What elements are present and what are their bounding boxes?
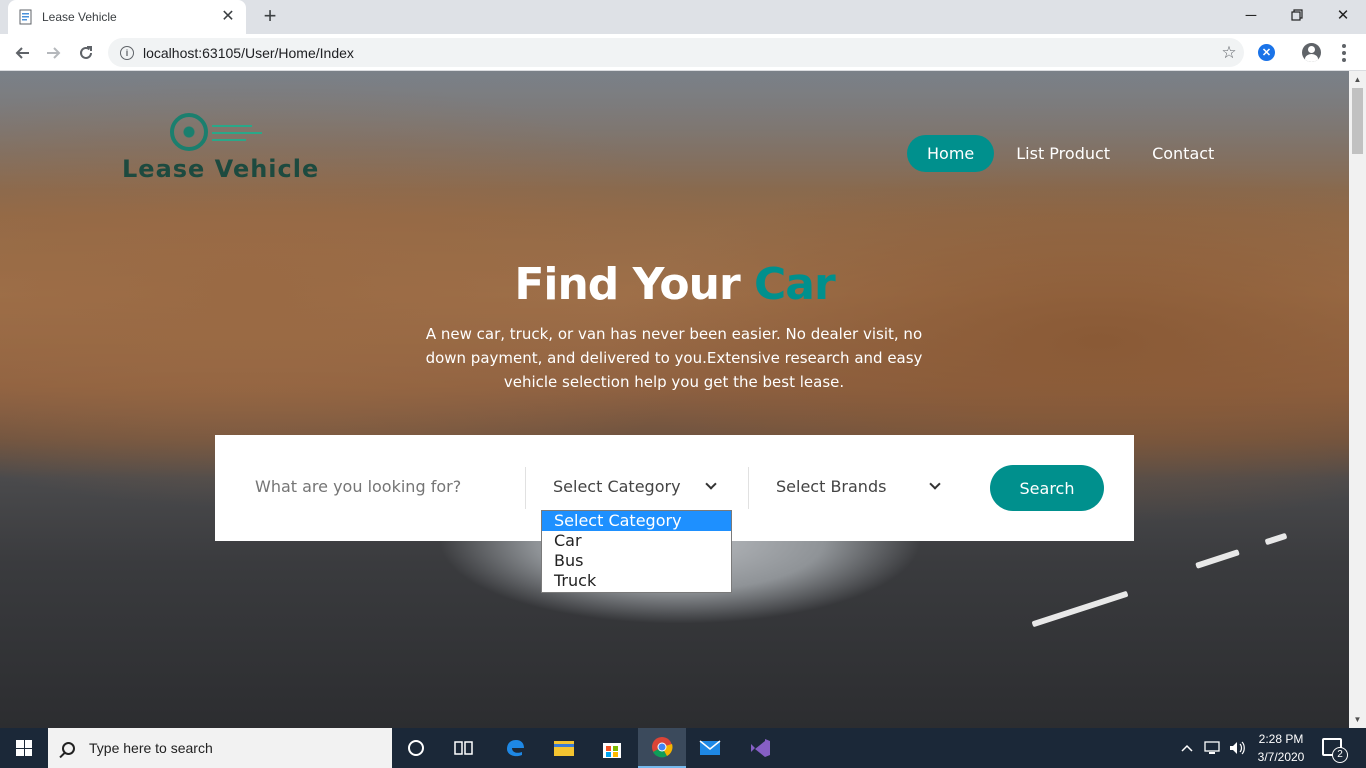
dropdown-option[interactable]: Truck [542,571,731,591]
bookmark-star-icon[interactable]: ☆ [1214,43,1244,63]
minimize-icon[interactable]: ─ [1228,0,1274,30]
taskbar-search[interactable]: Type here to search [48,728,392,768]
menu-dots-icon[interactable] [1336,44,1352,62]
search-icon [62,741,75,755]
volume-icon[interactable] [1228,728,1246,768]
reload-icon[interactable] [73,40,99,66]
main-nav: Home List Product Contact [907,135,1236,172]
browser-titlebar: Lease Vehicle ✕ + ─ ✕ [0,0,1366,34]
road-marking [1195,549,1240,569]
windows-logo-icon [16,740,32,756]
show-hidden-icons[interactable] [1180,728,1194,768]
hero-description: A new car, truck, or van has never been … [425,325,923,391]
chevron-down-icon[interactable] [705,478,717,490]
network-icon[interactable] [1204,728,1222,768]
road-marking [1264,532,1288,546]
logo-text: Lease Vehicle [122,155,320,183]
notification-count-badge: 2 [1332,747,1348,763]
file-explorer-icon[interactable] [540,728,588,768]
site-info-icon[interactable]: i [120,45,134,60]
taskbar: Type here to search 2:28 PM 3/7/2020 2 [0,728,1366,768]
taskbar-search-placeholder: Type here to search [89,740,213,756]
profile-icon[interactable] [1302,43,1321,62]
taskbar-clock[interactable]: 2:28 PM 3/7/2020 [1250,730,1312,766]
visual-studio-icon[interactable] [736,728,784,768]
page-favicon-icon [19,9,32,25]
brands-select[interactable]: Select Brands [776,477,886,496]
address-bar[interactable]: i localhost:63105/User/Home/Index ☆ [108,38,1244,67]
hero-title-accent: Car [754,259,836,310]
tab-title: Lease Vehicle [42,10,117,24]
clock-time: 2:28 PM [1258,732,1304,746]
site-logo[interactable]: Lease Vehicle [120,109,320,189]
wheel-icon [170,113,208,151]
restore-icon[interactable] [1274,0,1320,30]
nav-home[interactable]: Home [907,135,995,172]
new-tab-icon[interactable]: + [258,5,282,29]
page-scrollbar[interactable]: ▲ ▼ [1349,71,1366,728]
search-input[interactable] [255,477,485,496]
dropdown-option[interactable]: Bus [542,551,731,571]
scroll-down-icon[interactable]: ▼ [1349,711,1366,728]
extension-icon[interactable]: ✕ [1258,44,1275,61]
back-icon[interactable] [9,40,35,66]
dropdown-option[interactable]: Select Category [542,511,731,531]
chrome-icon[interactable] [638,728,686,768]
clock-date: 3/7/2020 [1257,750,1305,764]
hero-title: Find Your Car [0,259,1349,310]
mail-icon[interactable] [686,728,734,768]
dropdown-option[interactable]: Car [542,531,731,551]
nav-list-product[interactable]: List Product [996,135,1130,172]
close-window-icon[interactable]: ✕ [1320,0,1366,30]
url-text[interactable]: localhost:63105/User/Home/Index [143,45,1214,61]
forward-icon[interactable] [41,40,67,66]
scroll-thumb[interactable] [1352,88,1363,154]
search-button[interactable]: Search [990,465,1104,511]
store-icon[interactable] [588,728,636,768]
cortana-icon[interactable] [392,728,440,768]
nav-contact[interactable]: Contact [1132,135,1234,172]
category-select[interactable]: Select Category [553,477,681,496]
edge-icon[interactable] [491,728,539,768]
tab-close-icon[interactable]: ✕ [220,9,236,25]
start-button[interactable] [0,728,48,768]
task-view-icon[interactable] [440,728,488,768]
page-viewport: Lease Vehicle Home List Product Contact … [0,71,1349,728]
browser-tab[interactable]: Lease Vehicle ✕ [8,0,246,34]
category-dropdown-list: Select Category Car Bus Truck [541,510,732,593]
hero-title-main: Find Your [514,259,740,310]
chevron-down-icon[interactable] [929,478,941,490]
road-marking [1031,590,1129,628]
browser-toolbar: i localhost:63105/User/Home/Index ☆ ✕ [0,34,1366,71]
scroll-up-icon[interactable]: ▲ [1349,71,1366,88]
